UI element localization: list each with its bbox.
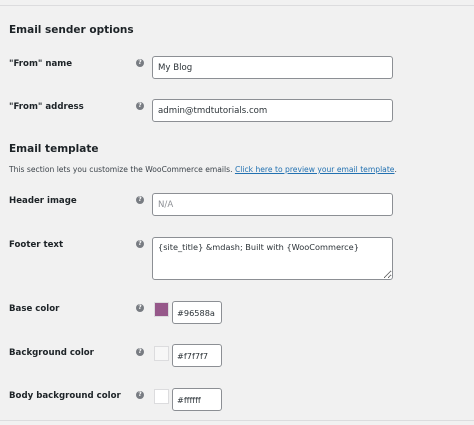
- help-icon[interactable]: ?: [136, 304, 144, 312]
- body-background-color-label: Body background color: [9, 391, 121, 401]
- template-section-title: Email template: [9, 143, 99, 155]
- body-background-color-input[interactable]: [172, 388, 222, 411]
- help-icon[interactable]: ?: [136, 391, 144, 399]
- header-image-input[interactable]: [152, 193, 393, 216]
- base-color-swatch[interactable]: [154, 302, 169, 317]
- sender-section-title: Email sender options: [9, 24, 134, 36]
- from-name-label: "From" name: [9, 59, 73, 69]
- body-background-color-swatch[interactable]: [154, 389, 169, 404]
- from-address-label: "From" address: [9, 102, 84, 112]
- background-color-input[interactable]: [172, 344, 222, 367]
- from-name-input[interactable]: [152, 56, 393, 79]
- background-color-label: Background color: [9, 348, 94, 358]
- footer-text-label: Footer text: [9, 240, 64, 250]
- base-color-label: Base color: [9, 304, 60, 314]
- preview-template-link[interactable]: Click here to preview your email templat…: [235, 165, 395, 174]
- help-icon[interactable]: ?: [136, 196, 144, 204]
- template-description: This section lets you customize the WooC…: [9, 165, 397, 174]
- background-color-swatch[interactable]: [154, 346, 169, 361]
- description-text: This section lets you customize the WooC…: [9, 165, 233, 174]
- help-icon[interactable]: ?: [136, 348, 144, 356]
- bottom-divider: [0, 420, 474, 421]
- footer-text-textarea[interactable]: {site_title} &mdash; Built with {WooComm…: [152, 237, 393, 280]
- from-address-input[interactable]: [152, 99, 393, 122]
- description-end: .: [394, 165, 397, 174]
- help-icon[interactable]: ?: [136, 102, 144, 110]
- help-icon[interactable]: ?: [136, 59, 144, 67]
- header-image-label: Header image: [9, 196, 77, 206]
- base-color-input[interactable]: [172, 301, 222, 324]
- section-divider: [0, 5, 474, 6]
- help-icon[interactable]: ?: [136, 240, 144, 248]
